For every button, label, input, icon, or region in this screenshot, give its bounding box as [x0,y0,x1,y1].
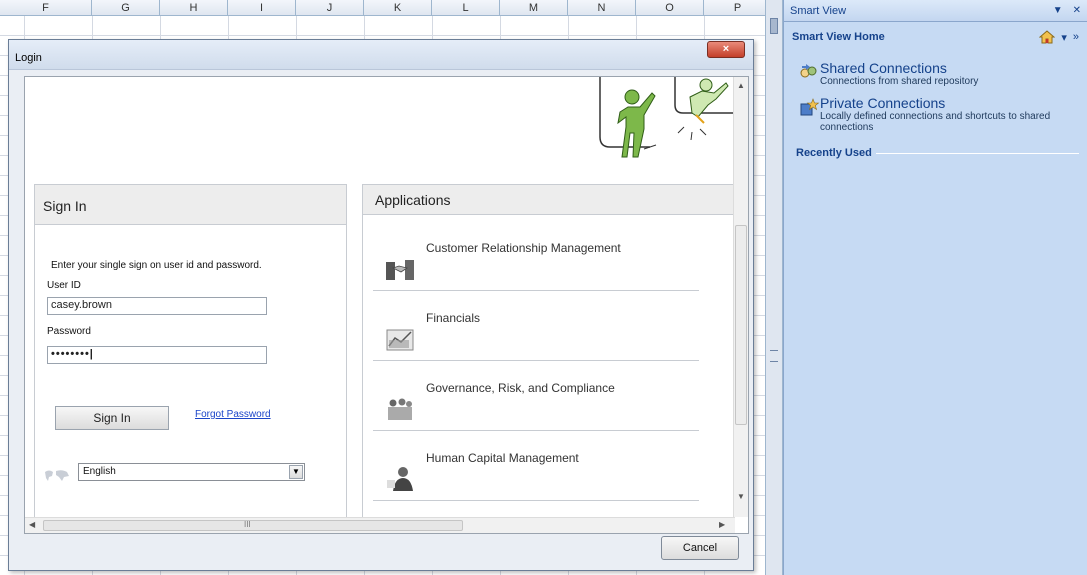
language-selected-value: English [83,466,116,477]
applications-heading: Applications [363,185,734,215]
expand-pane-icon[interactable]: » [1073,31,1079,43]
column-header-p[interactable]: P [704,0,772,15]
cancel-button[interactable]: Cancel [661,536,739,560]
pane-splitter[interactable] [765,0,783,575]
shared-connections-description: Connections from shared repository [820,76,979,87]
sign-in-heading: Sign In [35,185,346,225]
meeting-icon [388,398,412,420]
column-header-i[interactable]: I [228,0,296,15]
vertical-scroll-thumb[interactable] [735,225,747,425]
person-icon [387,467,413,491]
scroll-right-icon[interactable]: ▶ [719,520,725,529]
language-select[interactable]: English ▼ [78,463,305,481]
vertical-scrollbar[interactable]: ▲ ▼ [733,77,748,517]
app-item-crm[interactable]: Customer Relationship Management [373,221,699,291]
scroll-down-icon[interactable]: ▼ [737,492,745,501]
smart-view-home-label[interactable]: Smart View Home [792,31,1039,43]
column-header-m[interactable]: M [500,0,568,15]
user-id-label: User ID [47,280,81,291]
recently-used-label: Recently Used [796,147,872,159]
login-dialog: Login × Sign In Enter your single sign o… [8,39,754,571]
password-input[interactable]: ••••••••| [47,346,267,364]
close-icon: × [722,43,730,55]
home-icon[interactable] [1039,30,1056,44]
column-header-g[interactable]: G [92,0,160,15]
column-header-f[interactable]: F [0,0,92,15]
app-label-grc: Governance, Risk, and Compliance [426,381,615,395]
smart-view-home-row: Smart View Home ▾ » [784,22,1087,52]
sign-in-panel: Sign In Enter your single sign on user i… [34,184,347,524]
handshake-icon [386,260,414,280]
app-item-grc[interactable]: Governance, Risk, and Compliance [373,361,699,431]
column-header-h[interactable]: H [160,0,228,15]
smart-view-titlebar: Smart View ▼ ✕ [784,0,1087,22]
financials-icon [386,329,414,351]
private-connections-item[interactable]: Private Connections Locally defined conn… [784,95,1087,133]
private-connections-description: Locally defined connections and shortcut… [820,111,1051,133]
app-label-hcm: Human Capital Management [426,451,579,465]
applications-panel: Applications Customer Relationship Manag… [362,184,735,524]
column-header-j[interactable]: J [296,0,364,15]
private-connections-title[interactable]: Private Connections [820,95,1073,111]
home-menu-chevron-icon[interactable]: ▾ [1061,31,1067,44]
recently-used-heading: Recently Used [796,147,1079,159]
shared-connections-item[interactable]: Shared Connections Connections from shar… [784,60,1087,87]
world-map-icon [45,470,69,481]
column-header-o[interactable]: O [636,0,704,15]
pane-close-icon[interactable]: ✕ [1073,5,1081,16]
dialog-close-button[interactable]: × [707,41,745,58]
app-item-financials[interactable]: Financials [373,291,699,361]
login-web-view: Sign In Enter your single sign on user i… [24,76,749,534]
column-header-n[interactable]: N [568,0,636,15]
web-content: Sign In Enter your single sign on user i… [25,77,735,524]
sign-in-instructions: Enter your single sign on user id and pa… [51,260,262,271]
horizontal-scroll-thumb[interactable]: III [43,520,463,531]
app-item-hcm[interactable]: Human Capital Management [373,431,699,501]
dialog-title: Login [15,52,42,64]
smart-view-pane: Smart View ▼ ✕ Smart View Home ▾ » Share… [783,0,1087,575]
column-header-l[interactable]: L [432,0,500,15]
user-id-input[interactable]: casey.brown [47,297,267,315]
smart-view-title: Smart View [790,4,847,17]
private-connections-icon [800,98,820,116]
password-label: Password [47,326,91,337]
scroll-grip-icon: III [244,520,251,529]
shared-connections-icon [800,64,817,78]
shared-connections-title[interactable]: Shared Connections [820,60,1073,76]
column-header-k[interactable]: K [364,0,432,15]
app-label-crm: Customer Relationship Management [426,241,621,255]
dropdown-arrow-icon[interactable]: ▼ [289,465,303,479]
splitter-grip[interactable] [770,350,778,362]
pane-options-icon[interactable]: ▼ [1053,5,1063,16]
scroll-left-icon[interactable]: ◀ [29,520,35,529]
sign-in-button[interactable]: Sign In [55,406,169,430]
app-label-financials: Financials [426,311,481,325]
forgot-password-link[interactable]: Forgot Password [195,409,271,420]
horizontal-scrollbar[interactable]: ◀ III ▶ [25,517,735,533]
splitter-grip-top[interactable] [770,18,778,34]
scroll-up-icon[interactable]: ▲ [737,81,745,90]
column-header-row: F G H I J K L M N O P [0,0,772,16]
banner-illustration-icon [599,77,735,158]
dialog-titlebar[interactable]: Login × [9,40,753,70]
